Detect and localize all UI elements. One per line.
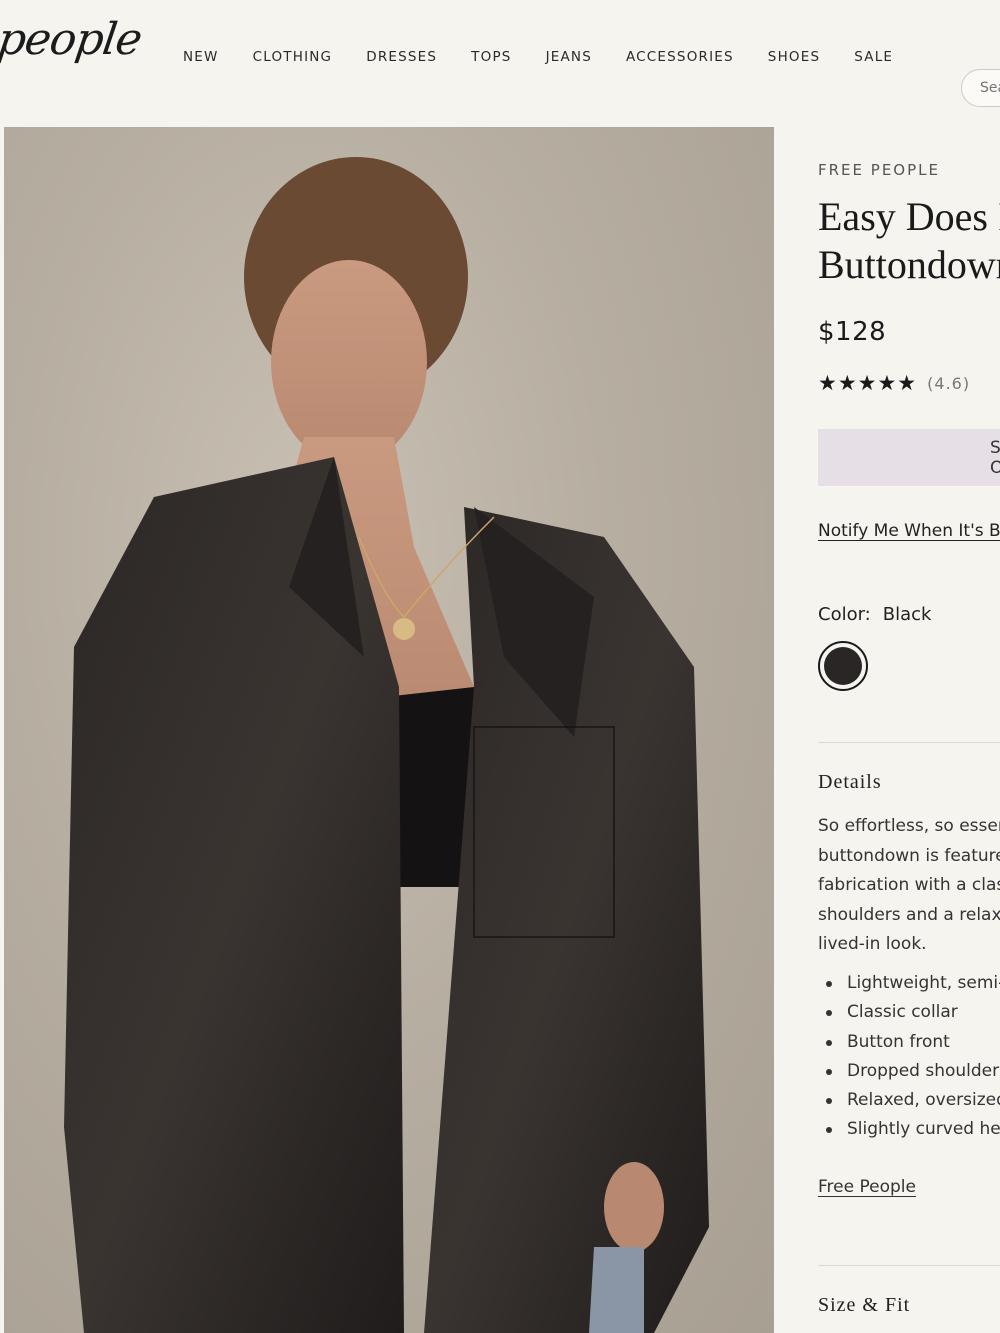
rating[interactable]: ★★★★★ (4.6) [818,371,970,396]
description-line: fabrication with a classic collar, dropp… [818,875,1000,895]
product-title-line2: Buttondown [818,242,1000,287]
feature-item: Dropped shoulders [818,1057,1000,1086]
product-image[interactable] [4,127,774,1333]
feature-item: Relaxed, oversized fit [818,1086,1000,1115]
color-value: Black [882,604,932,625]
feature-item: Slightly curved hem [818,1115,1000,1144]
divider [818,742,1000,743]
nav-new[interactable]: NEW [183,49,219,65]
main-nav: NEW CLOTHING DRESSES TOPS JEANS ACCESSOR… [183,49,927,65]
description-line: shoulders and a relaxed fit for a [818,904,1000,925]
nav-shoes[interactable]: SHOES [768,49,820,65]
description-line: buttondown is featured in a sheen [818,845,1000,866]
rating-stars-icon: ★★★★★ [818,372,918,395]
description-line: So effortless, so essential, this [818,816,1000,836]
nav-jeans[interactable]: JEANS [546,49,592,65]
description-line: lived-in look. [818,934,927,954]
feature-list: Lightweight, semi-sheer Classic collar B… [818,969,1000,1145]
product-price: $128 [818,317,887,347]
nav-accessories[interactable]: ACCESSORIES [626,49,734,65]
model-illustration [64,157,709,1333]
nav-tops[interactable]: TOPS [471,49,511,65]
product-title-line1: Easy Does It [818,194,1000,239]
color-label: Color: Black [818,604,931,625]
color-swatch-black[interactable] [818,641,868,691]
nav-clothing[interactable]: CLOTHING [253,49,333,65]
product-title: Easy Does It Buttondown [818,193,1000,289]
rating-value: (4.6) [927,374,971,393]
add-to-bag-button[interactable]: SOLD OUT [818,429,1000,486]
brand-link[interactable]: Free People [818,1177,916,1197]
details-heading[interactable]: Details [818,771,882,794]
product-info: FREE PEOPLE Easy Does It Buttondown $128… [818,0,1000,1333]
nav-dresses[interactable]: DRESSES [366,49,437,65]
color-label-text: Color: [818,604,871,625]
product-description: So effortless, so essential, this button… [818,812,1000,960]
feature-item: Button front [818,1028,1000,1057]
size-fit-heading[interactable]: Size & Fit [818,1294,910,1317]
feature-item: Classic collar [818,998,1000,1027]
feature-item: Lightweight, semi-sheer [818,969,1000,998]
notify-me-link[interactable]: Notify Me When It's Back [818,521,1000,541]
divider [818,1265,1000,1266]
product-brand: FREE PEOPLE [818,161,940,179]
brand-logo[interactable]: people [0,14,145,65]
